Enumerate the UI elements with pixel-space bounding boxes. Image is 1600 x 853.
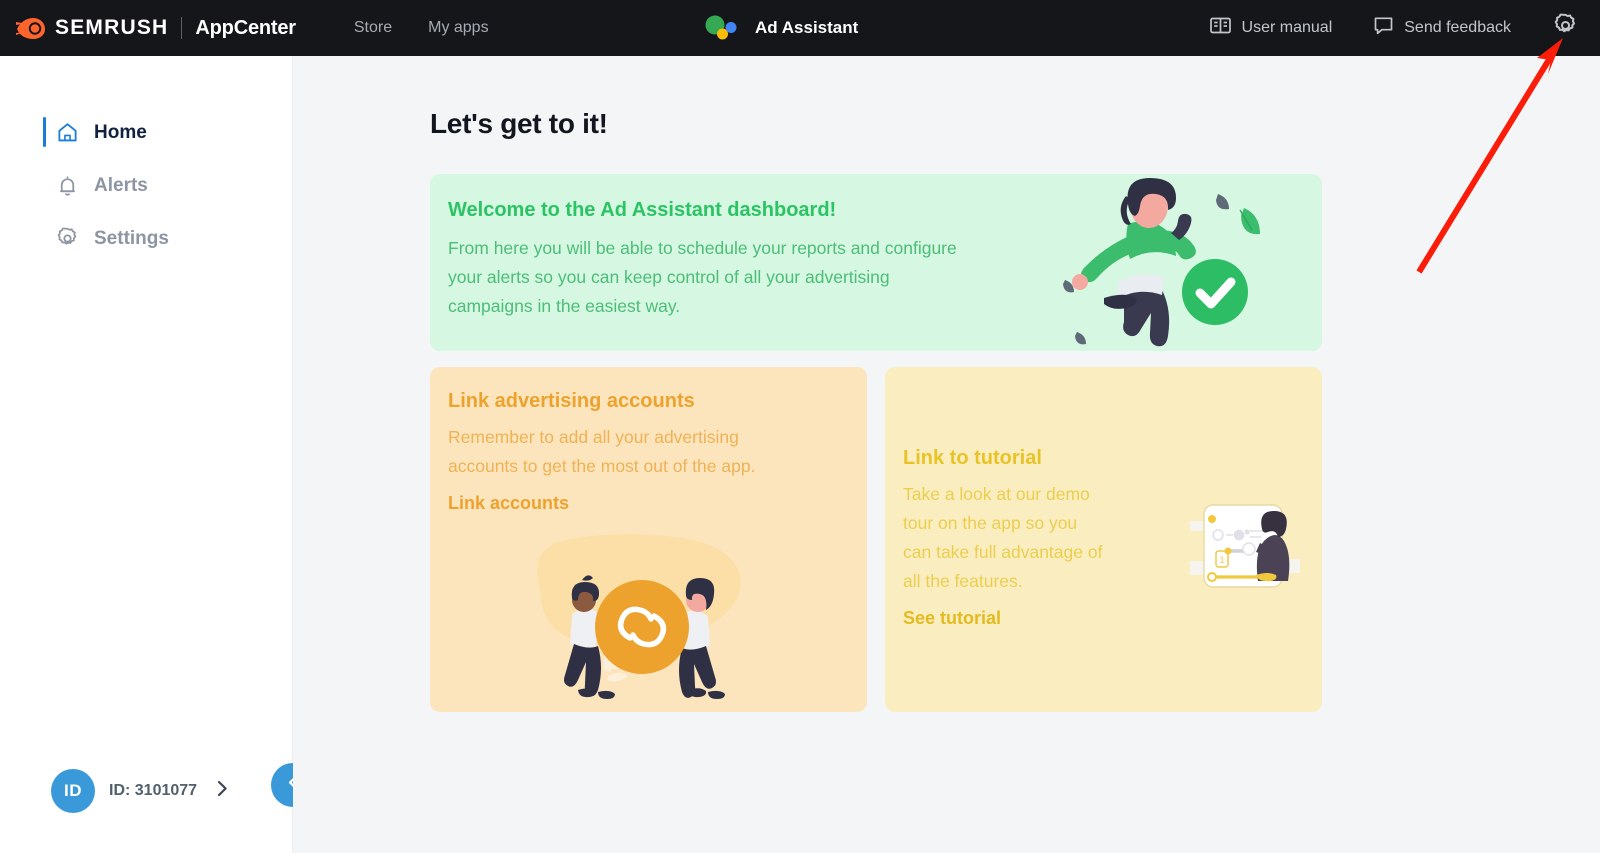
- welcome-card: Welcome to the Ad Assistant dashboard! F…: [430, 174, 1322, 351]
- account-id-label: ID: 3101077: [109, 782, 198, 799]
- settings-gear-button[interactable]: [1553, 13, 1578, 43]
- send-feedback-button[interactable]: Send feedback: [1374, 16, 1511, 40]
- woman-jumping-with-checkmark-illustration: [1032, 176, 1262, 351]
- semrush-comet-icon: [16, 16, 46, 40]
- user-manual-label: User manual: [1241, 19, 1333, 36]
- brand-divider: [181, 17, 183, 39]
- link-accounts-card: Link advertising accounts Remember to ad…: [430, 367, 867, 712]
- top-bar: SEMRUSH AppCenter Store My apps Ad Assis…: [0, 0, 1600, 56]
- book-icon: [1209, 16, 1231, 40]
- top-nav: Store My apps: [354, 19, 489, 37]
- sidebar-item-alerts[interactable]: Alerts: [0, 159, 292, 212]
- sidebar-item-home[interactable]: Home: [0, 106, 292, 159]
- top-nav-store[interactable]: Store: [354, 19, 392, 37]
- link-accounts-card-heading: Link advertising accounts: [448, 390, 695, 412]
- sidebar-nav: Home Alerts Settings: [0, 106, 292, 265]
- home-icon: [55, 121, 79, 145]
- avatar: ID: [51, 769, 95, 813]
- sidebar-item-alerts-label: Alerts: [94, 174, 148, 196]
- ad-assistant-dots-icon: [705, 15, 739, 41]
- welcome-card-heading: Welcome to the Ad Assistant dashboard!: [448, 199, 837, 221]
- account-id-button[interactable]: ID ID: 3101077: [51, 769, 228, 813]
- presenter-at-whiteboard-illustration: 1: [1190, 499, 1300, 599]
- speech-bubble-icon: [1374, 16, 1393, 40]
- tutorial-card-heading: Link to tutorial: [903, 447, 1042, 469]
- chevron-right-icon: [217, 780, 228, 803]
- app-title: Ad Assistant: [755, 18, 859, 37]
- active-indicator: [43, 117, 46, 147]
- gear-icon: [55, 227, 79, 251]
- app-identity: Ad Assistant: [705, 0, 858, 56]
- send-feedback-label: Send feedback: [1404, 19, 1511, 36]
- brand-name: SEMRUSH: [55, 16, 169, 39]
- link-accounts-card-text: Link advertising accounts Remember to ad…: [448, 390, 808, 514]
- user-manual-button[interactable]: User manual: [1209, 16, 1333, 40]
- sidebar-item-home-label: Home: [94, 121, 147, 143]
- svg-text:1: 1: [1219, 555, 1224, 565]
- sidebar: Home Alerts Settings ID ID: 3101077: [0, 56, 315, 853]
- bell-icon: [55, 174, 79, 198]
- link-accounts-card-body: Remember to add all your advertising acc…: [448, 427, 756, 476]
- page-title: Let's get to it!: [430, 108, 608, 139]
- brand-product: AppCenter: [195, 16, 296, 39]
- sidebar-item-settings[interactable]: Settings: [0, 212, 292, 265]
- brand[interactable]: SEMRUSH AppCenter: [16, 16, 296, 40]
- two-people-holding-link-coin-illustration: [526, 522, 766, 707]
- main-content: Let's get to it! Welcome to the Ad Assis…: [293, 56, 1600, 853]
- tutorial-card-body: Take a look at our demo tour on the app …: [903, 484, 1103, 591]
- see-tutorial-link[interactable]: See tutorial: [903, 608, 1103, 629]
- top-bar-actions: User manual Send feedback: [1209, 0, 1600, 56]
- tutorial-card-text: Link to tutorial Take a look at our demo…: [903, 447, 1103, 629]
- welcome-card-text: Welcome to the Ad Assistant dashboard! F…: [448, 199, 968, 321]
- top-nav-my-apps[interactable]: My apps: [428, 19, 488, 37]
- app-root: SEMRUSH AppCenter Store My apps Ad Assis…: [0, 0, 1600, 853]
- welcome-card-body: From here you will be able to schedule y…: [448, 238, 957, 316]
- link-accounts-link[interactable]: Link accounts: [448, 493, 808, 514]
- gear-icon: [1553, 13, 1578, 43]
- sidebar-item-settings-label: Settings: [94, 227, 169, 249]
- tutorial-card: Link to tutorial Take a look at our demo…: [885, 367, 1322, 712]
